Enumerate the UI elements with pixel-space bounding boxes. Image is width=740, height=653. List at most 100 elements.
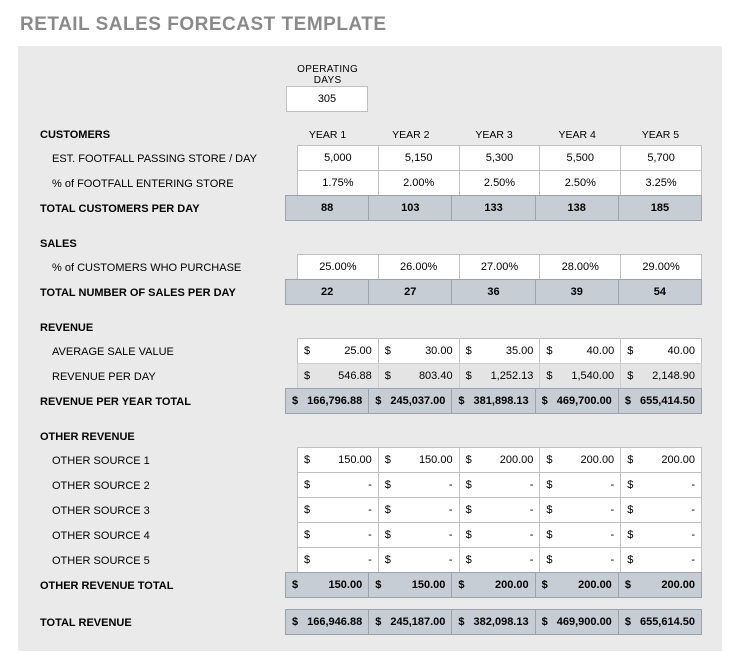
rev-per-day-y4: $1,540.00: [539, 363, 621, 389]
avg-sale-y1[interactable]: $25.00: [297, 338, 379, 364]
rev-per-day-y5: $2,148.90: [620, 363, 702, 389]
other-source-row: OTHER SOURCE 2$-$-$-$-$-: [38, 473, 702, 498]
avg-sale-label: AVERAGE SALE VALUE: [38, 339, 298, 364]
avg-sale-row: AVERAGE SALE VALUE $25.00 $30.00 $35.00 …: [38, 339, 702, 364]
total-sales-row: TOTAL NUMBER OF SALES PER DAY 22 27 36 3…: [38, 280, 702, 305]
other-source-row: OTHER SOURCE 1$150.00$150.00$200.00$200.…: [38, 448, 702, 473]
rev-per-day-y1: $546.88: [297, 363, 379, 389]
pctpurchase-y2[interactable]: 26.00%: [378, 254, 460, 280]
rev-year-total-label: REVENUE PER YEAR TOTAL: [38, 389, 286, 414]
other-revenue-total-label: OTHER REVENUE TOTAL: [38, 573, 286, 598]
pctpurchase-y4[interactable]: 28.00%: [539, 254, 621, 280]
other-source-4-y3[interactable]: $-: [459, 522, 541, 548]
page-title: RETAIL SALES FORECAST TEMPLATE: [20, 14, 722, 36]
total-revenue-row: TOTAL REVENUE $166,946.88 $245,187.00 $3…: [38, 610, 702, 635]
total-customers-y4: 138: [535, 195, 619, 221]
operating-days-value-row: 305: [38, 86, 702, 112]
other-source-1-y4[interactable]: $200.00: [539, 447, 621, 473]
other-total-y1: $150.00: [285, 572, 369, 598]
other-source-3-y1[interactable]: $-: [297, 497, 379, 523]
other-source-2-y3[interactable]: $-: [459, 472, 541, 498]
other-source-1-y5[interactable]: $200.00: [620, 447, 702, 473]
footfall-y5[interactable]: 5,700: [620, 145, 702, 171]
other-total-y4: $200.00: [535, 572, 619, 598]
other-source-label: OTHER SOURCE 2: [38, 473, 298, 498]
total-customers-row: TOTAL CUSTOMERS PER DAY 88 103 133 138 1…: [38, 196, 702, 221]
total-revenue-y3: $382,098.13: [451, 609, 535, 635]
total-revenue-label: TOTAL REVENUE: [38, 610, 286, 635]
other-source-5-y4[interactable]: $-: [539, 547, 621, 573]
other-source-label: OTHER SOURCE 4: [38, 523, 298, 548]
other-source-row: OTHER SOURCE 4$-$-$-$-$-: [38, 523, 702, 548]
pctentry-y3[interactable]: 2.50%: [459, 170, 541, 196]
pctentry-row: % of FOOTFALL ENTERING STORE 1.75% 2.00%…: [38, 171, 702, 196]
total-sales-y3: 36: [451, 279, 535, 305]
other-source-row: OTHER SOURCE 5$-$-$-$-$-: [38, 548, 702, 573]
other-source-label: OTHER SOURCE 3: [38, 498, 298, 523]
rev-year-total-y2: $245,037.00: [368, 388, 452, 414]
footfall-y3[interactable]: 5,300: [459, 145, 541, 171]
year-header-row: CUSTOMERS YEAR 1 YEAR 2 YEAR 3 YEAR 4 YE…: [38, 124, 702, 146]
avg-sale-y5[interactable]: $40.00: [620, 338, 702, 364]
pctentry-y5[interactable]: 3.25%: [620, 170, 702, 196]
total-sales-y1: 22: [285, 279, 369, 305]
pctentry-y2[interactable]: 2.00%: [378, 170, 460, 196]
total-customers-y3: 133: [451, 195, 535, 221]
other-source-3-y5[interactable]: $-: [620, 497, 702, 523]
rev-per-day-row: REVENUE PER DAY $546.88 $803.40 $1,252.1…: [38, 364, 702, 389]
other-source-2-y2[interactable]: $-: [378, 472, 460, 498]
rev-per-day-y3: $1,252.13: [459, 363, 541, 389]
other-total-y5: $200.00: [618, 572, 702, 598]
rev-per-day-y2: $803.40: [378, 363, 460, 389]
avg-sale-y4[interactable]: $40.00: [539, 338, 621, 364]
operating-days-input[interactable]: 305: [286, 86, 368, 112]
other-source-1-y1[interactable]: $150.00: [297, 447, 379, 473]
other-total-y3: $200.00: [451, 572, 535, 598]
footfall-y1[interactable]: 5,000: [297, 145, 379, 171]
other-source-2-y1[interactable]: $-: [297, 472, 379, 498]
footfall-y2[interactable]: 5,150: [378, 145, 460, 171]
pctpurchase-y1[interactable]: 25.00%: [297, 254, 379, 280]
other-revenue-total-row: OTHER REVENUE TOTAL $150.00 $150.00 $200…: [38, 573, 702, 598]
year-col-2: YEAR 2: [369, 124, 452, 146]
other-source-5-y3[interactable]: $-: [459, 547, 541, 573]
other-source-3-y3[interactable]: $-: [459, 497, 541, 523]
total-customers-y1: 88: [285, 195, 369, 221]
avg-sale-y2[interactable]: $30.00: [378, 338, 460, 364]
total-customers-y2: 103: [368, 195, 452, 221]
other-source-4-y4[interactable]: $-: [539, 522, 621, 548]
year-col-5: YEAR 5: [619, 124, 702, 146]
total-revenue-y4: $469,900.00: [535, 609, 619, 635]
rev-year-total-row: REVENUE PER YEAR TOTAL $166,796.88 $245,…: [38, 389, 702, 414]
other-source-1-y3[interactable]: $200.00: [459, 447, 541, 473]
other-source-2-y4[interactable]: $-: [539, 472, 621, 498]
footfall-y4[interactable]: 5,500: [539, 145, 621, 171]
other-source-5-y5[interactable]: $-: [620, 547, 702, 573]
total-sales-y4: 39: [535, 279, 619, 305]
other-source-3-y2[interactable]: $-: [378, 497, 460, 523]
rev-year-total-y3: $381,898.13: [451, 388, 535, 414]
other-source-2-y5[interactable]: $-: [620, 472, 702, 498]
other-source-5-y1[interactable]: $-: [297, 547, 379, 573]
other-total-y2: $150.00: [368, 572, 452, 598]
avg-sale-y3[interactable]: $35.00: [459, 338, 541, 364]
pctentry-y1[interactable]: 1.75%: [297, 170, 379, 196]
other-source-5-y2[interactable]: $-: [378, 547, 460, 573]
total-customers-y5: 185: [618, 195, 702, 221]
pctentry-y4[interactable]: 2.50%: [539, 170, 621, 196]
other-source-1-y2[interactable]: $150.00: [378, 447, 460, 473]
section-header-revenue: REVENUE: [38, 317, 286, 339]
page: RETAIL SALES FORECAST TEMPLATE OPERATING…: [0, 0, 740, 653]
total-sales-y2: 27: [368, 279, 452, 305]
pctpurchase-y3[interactable]: 27.00%: [459, 254, 541, 280]
pctpurchase-row: % of CUSTOMERS WHO PURCHASE 25.00% 26.00…: [38, 255, 702, 280]
rev-year-total-y1: $166,796.88: [285, 388, 369, 414]
footfall-row: EST. FOOTFALL PASSING STORE / DAY 5,000 …: [38, 146, 702, 171]
year-col-1: YEAR 1: [286, 124, 369, 146]
other-source-4-y2[interactable]: $-: [378, 522, 460, 548]
rev-year-total-y5: $655,414.50: [618, 388, 702, 414]
pctpurchase-y5[interactable]: 29.00%: [620, 254, 702, 280]
other-source-4-y5[interactable]: $-: [620, 522, 702, 548]
other-source-4-y1[interactable]: $-: [297, 522, 379, 548]
other-source-3-y4[interactable]: $-: [539, 497, 621, 523]
